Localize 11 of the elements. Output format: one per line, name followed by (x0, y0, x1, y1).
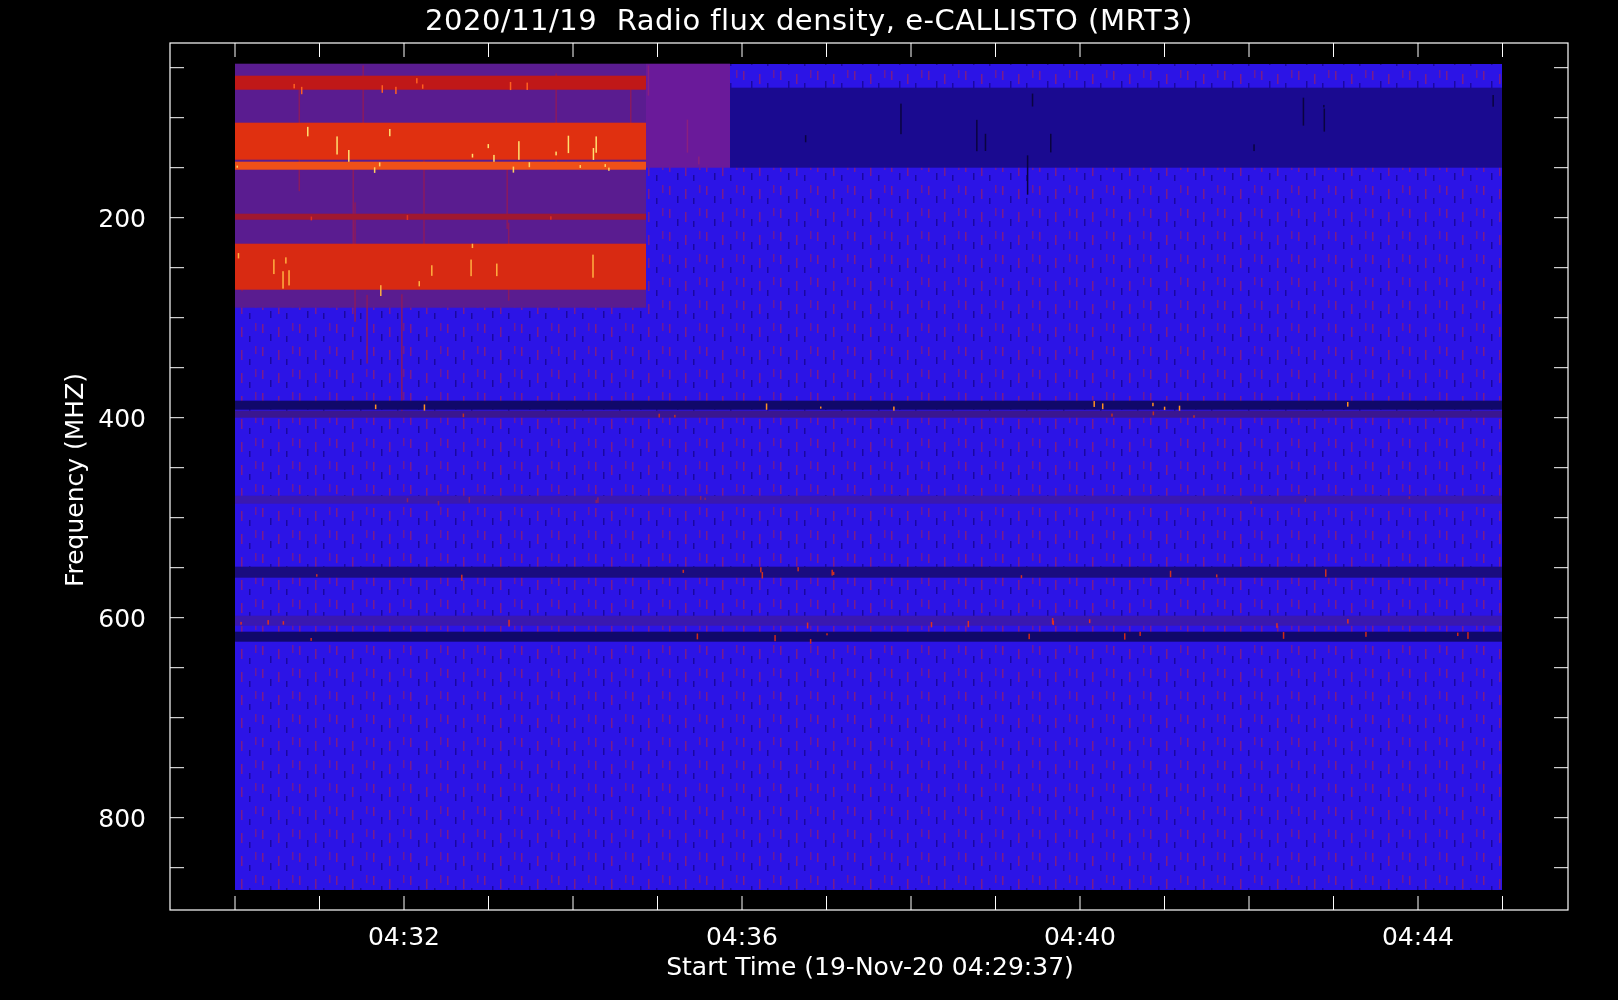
tick-label: 600 (98, 603, 146, 633)
axis-label: Frequency (MHZ) (60, 372, 89, 588)
chart-title: 2020/11/19 Radio flux density, e-CALLISTO (MRT3) (425, 2, 1193, 39)
tick-label: 04:44 (1382, 922, 1454, 951)
tick-label: 200 (98, 203, 146, 233)
tick-label: 800 (98, 803, 146, 833)
tick-label: 04:36 (706, 922, 778, 951)
tick-label: 04:40 (1044, 922, 1116, 951)
tick-label: 400 (98, 403, 146, 433)
tick-label: 04:32 (368, 922, 440, 951)
axis-label: Start Time (19-Nov-20 04:29:37) (666, 952, 1074, 981)
